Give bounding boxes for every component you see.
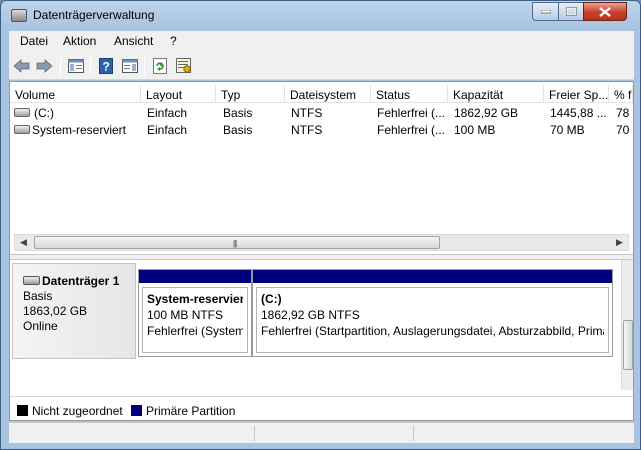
disk-view-vertical-scrollbar[interactable]	[621, 260, 633, 390]
partition-size-fs: 1862,92 GB NTFS	[261, 308, 360, 322]
column-layout[interactable]: Layout	[141, 85, 216, 103]
cell-freier-speicher: 1445,88 ...	[550, 106, 607, 120]
scroll-left-arrow-icon[interactable]: ◀	[15, 235, 32, 250]
toolbar: ?	[9, 51, 634, 80]
column-prozent-frei[interactable]: % f	[609, 85, 633, 103]
refresh-button[interactable]	[150, 56, 170, 76]
primary-partition-bar	[139, 270, 251, 283]
disk-size: 1863,02 GB	[23, 304, 88, 318]
cell-status: Fehlerfrei (...	[377, 106, 446, 120]
status-divider	[413, 426, 414, 441]
disk-management-window: Datenträgerverwaltung Datei Aktion Ansic…	[0, 0, 641, 450]
partition-body: System-reserviert 100 MB NTFS Fehlerfrei…	[142, 287, 248, 353]
scroll-right-arrow-icon[interactable]: ▶	[611, 235, 628, 250]
partition-c-drive[interactable]: (C:) 1862,92 GB NTFS Fehlerfrei (Startpa…	[252, 269, 613, 357]
cell-layout: Einfach	[147, 123, 188, 137]
menu-aktion[interactable]: Aktion	[63, 34, 96, 48]
grip-icon: |||	[233, 239, 237, 248]
cell-dateisystem: NTFS	[291, 106, 323, 120]
primary-partition-bar	[253, 270, 612, 283]
cell-status: Fehlerfrei (...	[377, 123, 446, 137]
title-bar: Datenträgerverwaltung	[1, 1, 640, 31]
disk-type: Basis	[23, 289, 53, 303]
partition-status: Fehlerfrei (System,	[147, 324, 243, 338]
unallocated-swatch	[17, 405, 28, 416]
cell-typ: Basis	[223, 106, 253, 120]
column-freier-speicher[interactable]: Freier Sp...	[544, 85, 609, 103]
maximize-icon	[565, 7, 577, 16]
action-pane-button[interactable]	[120, 56, 140, 76]
minimize-icon	[540, 9, 551, 13]
cell-kapazitaet: 1862,92 GB	[454, 106, 519, 120]
menu-help[interactable]: ?	[170, 34, 177, 48]
column-typ[interactable]: Typ	[216, 85, 285, 103]
disk-label-panel[interactable]: Datenträger 1 Basis 1863,02 GB Online	[12, 263, 136, 359]
primary-partition-swatch	[131, 405, 142, 416]
volume-row[interactable]: (C:) Einfach Basis NTFS Fehlerfrei (... …	[10, 104, 633, 121]
toolbar-separator	[60, 57, 61, 75]
forward-button[interactable]	[34, 56, 54, 76]
minimize-button[interactable]	[532, 2, 559, 21]
disk-name: Datenträger 1	[42, 274, 120, 288]
disk-icon	[23, 276, 40, 285]
toolbar-separator	[144, 57, 145, 75]
volume-list-horizontal-scrollbar[interactable]: ◀ ||| ▶	[14, 234, 629, 251]
legend-primary-partition: Primäre Partition	[146, 404, 236, 418]
properties-icon	[176, 58, 191, 73]
back-button[interactable]	[12, 56, 32, 76]
volume-row[interactable]: System-reserviert Einfach Basis NTFS Feh…	[10, 121, 633, 138]
svg-text:?: ?	[103, 60, 110, 74]
partition-body: (C:) 1862,92 GB NTFS Fehlerfrei (Startpa…	[256, 287, 609, 353]
back-arrow-icon	[13, 59, 30, 73]
menu-datei[interactable]: Datei	[20, 34, 48, 48]
column-volume[interactable]: Volume	[10, 85, 141, 103]
refresh-icon	[153, 58, 167, 74]
disk-management-app-icon	[11, 9, 27, 22]
cell-freier-speicher: 70 MB	[550, 123, 585, 137]
disk-state: Online	[23, 319, 58, 333]
legend: Nicht zugeordnet Primäre Partition	[10, 396, 633, 420]
column-status[interactable]: Status	[371, 85, 448, 103]
cell-prozent-frei: 78	[616, 106, 630, 120]
partition-status: Fehlerfrei (Startpartition, Auslagerungs…	[261, 324, 604, 338]
menu-ansicht[interactable]: Ansicht	[114, 34, 153, 48]
partition-size-fs: 100 MB NTFS	[147, 308, 224, 322]
partition-name: System-reserviert	[147, 292, 243, 306]
show-hide-console-tree-icon	[68, 59, 84, 73]
partition-name: (C:)	[261, 292, 282, 306]
main-content: Volume Layout Typ Dateisystem Status Kap…	[9, 81, 634, 421]
cell-volume: (C:)	[34, 106, 54, 120]
column-kapazitaet[interactable]: Kapazität	[448, 85, 544, 103]
window-title: Datenträgerverwaltung	[33, 8, 155, 22]
vertical-scroll-thumb[interactable]	[623, 320, 633, 370]
cell-layout: Einfach	[147, 106, 188, 120]
cell-prozent-frei: 70	[616, 123, 630, 137]
status-divider	[254, 426, 255, 441]
help-button[interactable]: ?	[96, 56, 116, 76]
forward-arrow-icon	[36, 59, 53, 73]
cell-typ: Basis	[223, 123, 253, 137]
cell-kapazitaet: 100 MB	[454, 123, 496, 137]
drive-icon	[14, 108, 30, 117]
close-icon	[599, 6, 611, 17]
toolbar-separator	[90, 57, 91, 75]
properties-button[interactable]	[174, 56, 194, 76]
show-action-pane-icon	[122, 59, 138, 73]
partition-system-reserved[interactable]: System-reserviert 100 MB NTFS Fehlerfrei…	[138, 269, 252, 357]
column-dateisystem[interactable]: Dateisystem	[285, 85, 371, 103]
horizontal-scroll-thumb[interactable]: |||	[34, 236, 440, 249]
help-icon: ?	[99, 58, 113, 74]
menu-bar: Datei Aktion Ansicht ?	[9, 31, 634, 51]
close-button[interactable]	[583, 2, 627, 21]
cell-dateisystem: NTFS	[291, 123, 323, 137]
status-bar	[9, 422, 634, 443]
disk-graphical-view: Datenträger 1 Basis 1863,02 GB Online Sy…	[10, 260, 621, 390]
cell-volume: System-reserviert	[32, 123, 127, 137]
maximize-button[interactable]	[558, 2, 584, 21]
volume-list-header: Volume Layout Typ Dateisystem Status Kap…	[10, 85, 633, 103]
drive-icon	[14, 125, 30, 134]
console-tree-button[interactable]	[66, 56, 86, 76]
legend-unallocated: Nicht zugeordnet	[32, 404, 123, 418]
